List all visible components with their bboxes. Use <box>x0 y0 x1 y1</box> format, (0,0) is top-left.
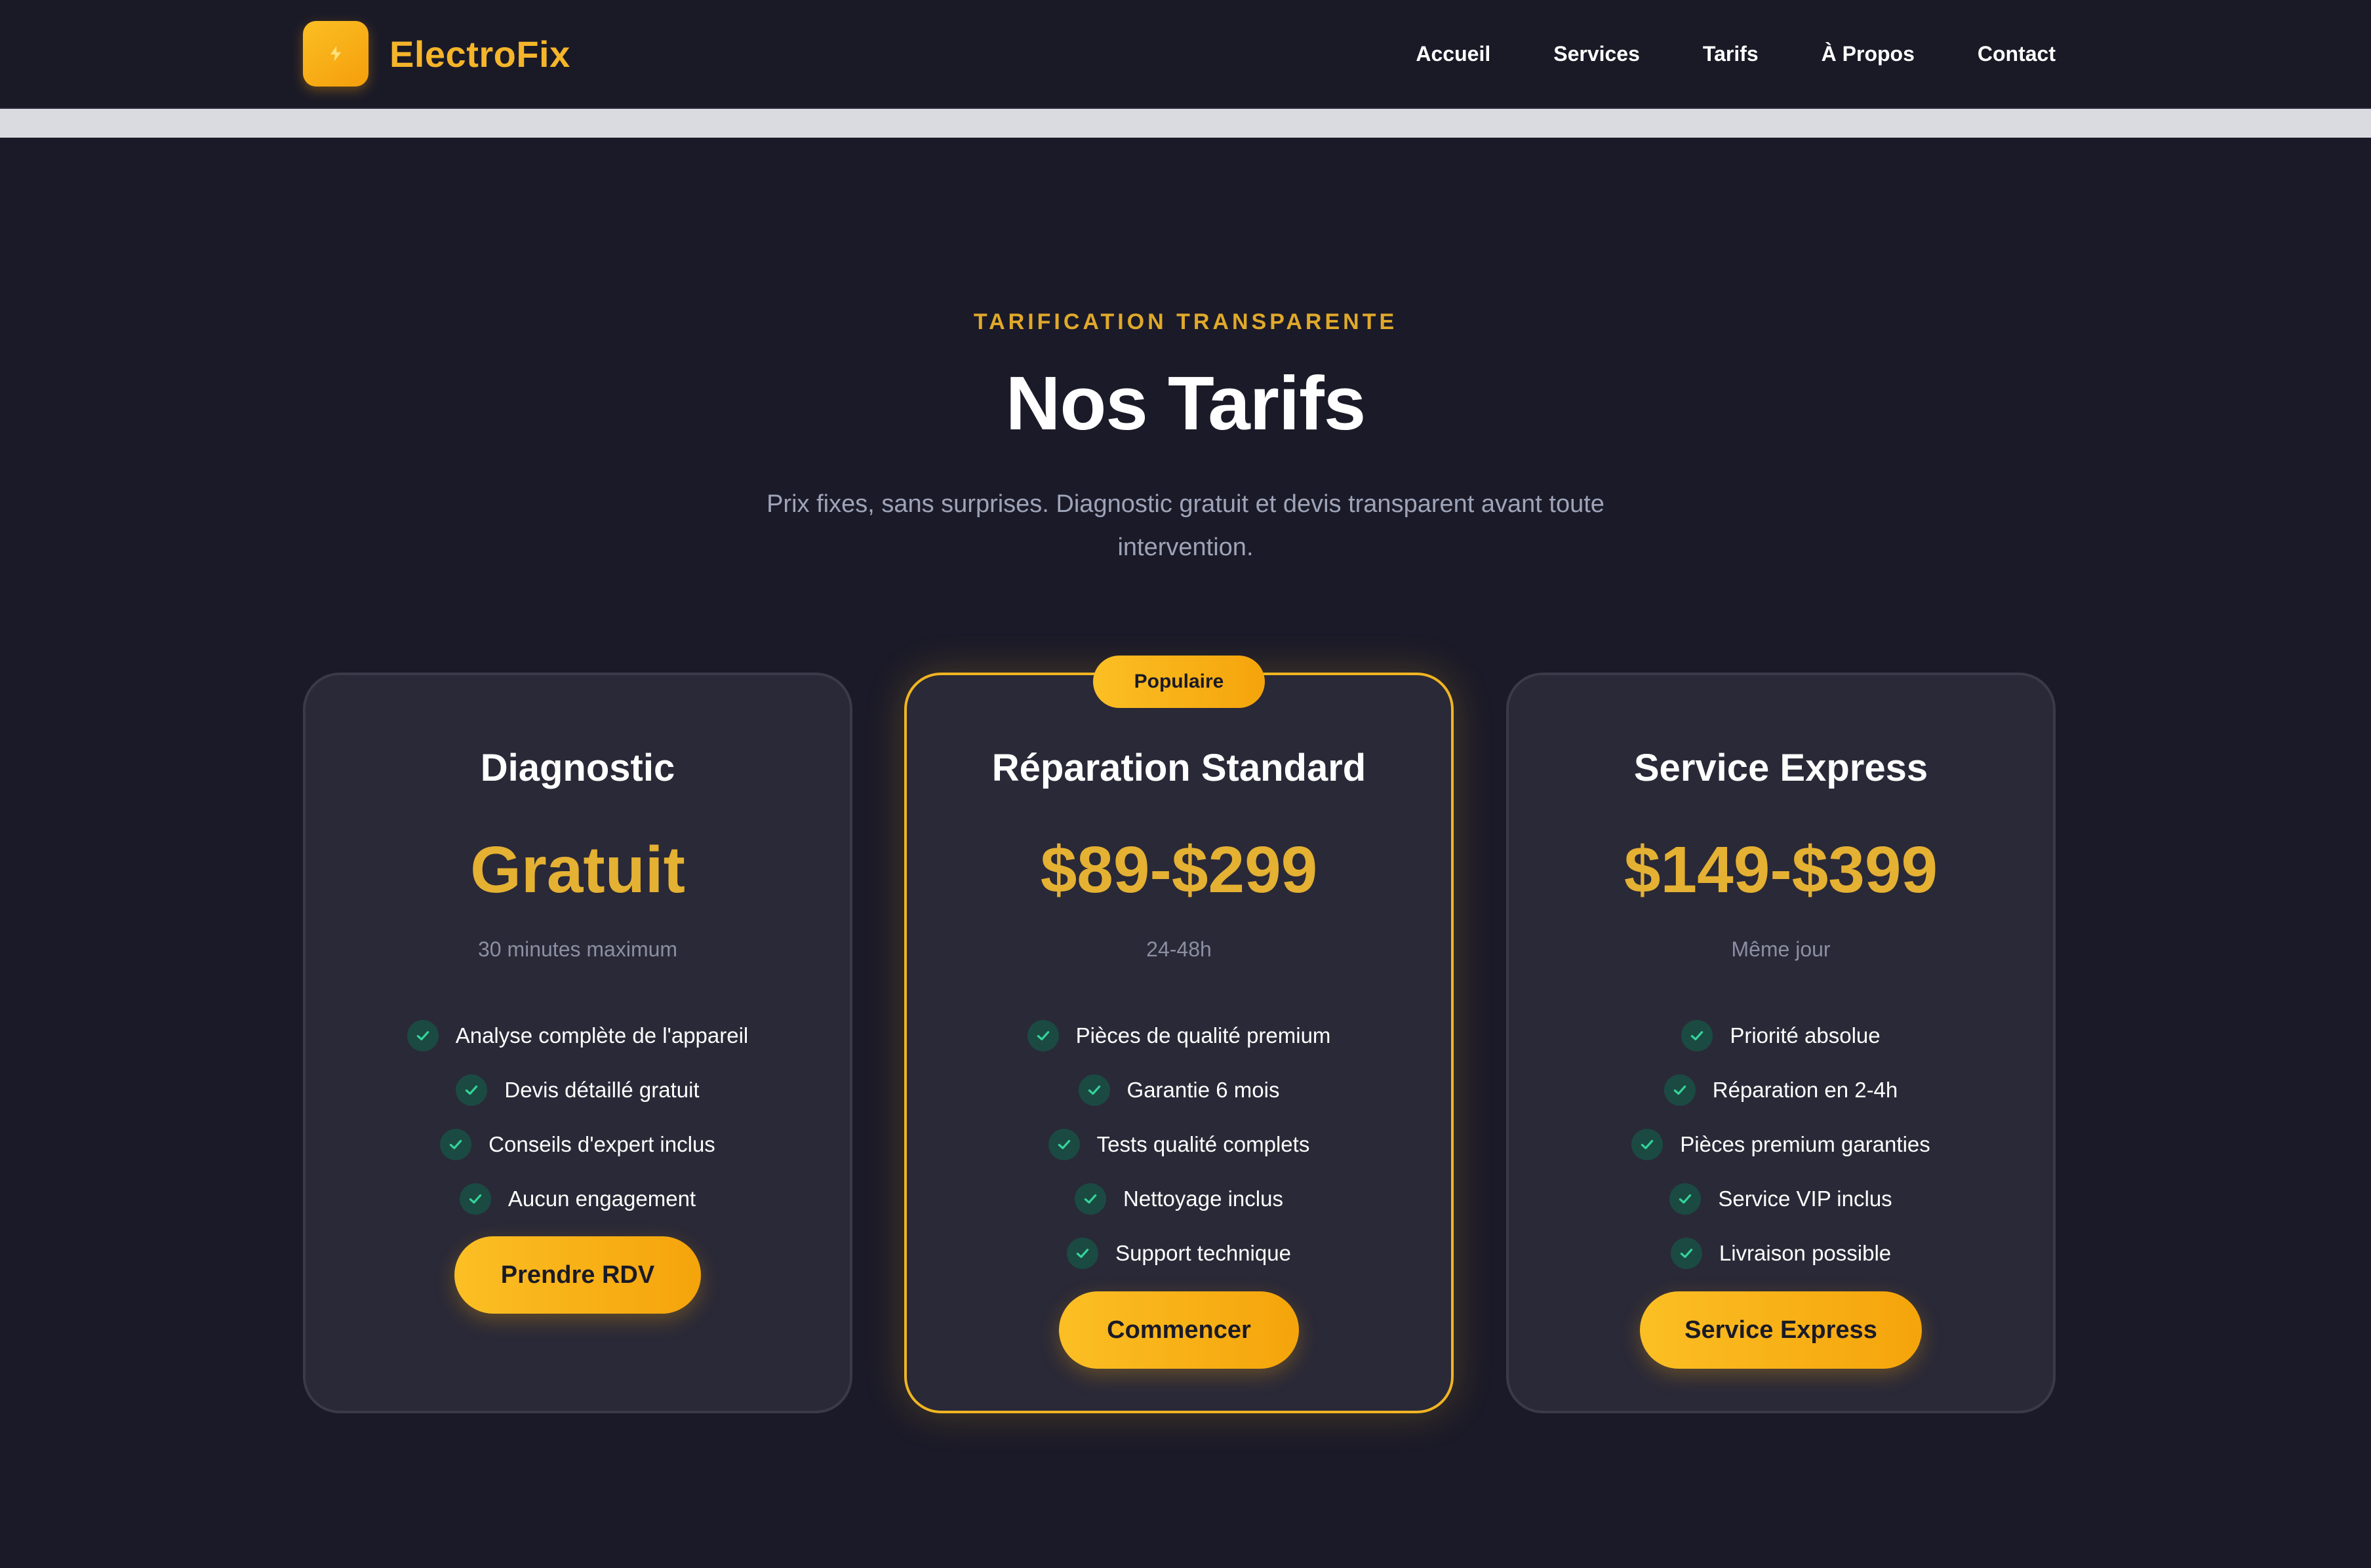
check-icon <box>440 1128 472 1160</box>
plan-duration: 30 minutes maximum <box>477 937 678 961</box>
feature-list: Priorité absolue Réparation en 2-4h Pièc… <box>1509 1008 2053 1280</box>
navbar: ElectroFix Accueil Services Tarifs À Pro… <box>0 0 2371 109</box>
feature-item: Analyse complète de l'appareil <box>306 1008 850 1063</box>
check-icon <box>456 1074 488 1106</box>
book-appointment-button[interactable]: Prendre RDV <box>454 1236 701 1314</box>
nav-link-accueil[interactable]: Accueil <box>1416 42 1490 66</box>
check-icon <box>1669 1183 1702 1215</box>
feature-item: Conseils d'expert inclus <box>306 1117 850 1171</box>
express-service-button[interactable]: Service Express <box>1640 1291 1922 1369</box>
check-icon <box>407 1019 439 1051</box>
plan-price: $149-$399 <box>1624 833 1938 907</box>
check-icon <box>1664 1074 1696 1106</box>
feature-item: Service VIP inclus <box>1509 1171 2053 1226</box>
check-icon <box>1681 1019 1713 1051</box>
plan-duration: 24-48h <box>1146 937 1212 961</box>
brand-logo[interactable]: ElectroFix <box>303 21 570 87</box>
check-icon <box>1631 1128 1664 1160</box>
feature-list: Pièces de qualité premium Garantie 6 moi… <box>907 1008 1451 1280</box>
feature-item: Devis détaillé gratuit <box>306 1063 850 1117</box>
feature-item: Pièces de qualité premium <box>907 1008 1451 1063</box>
plan-price: Gratuit <box>470 833 685 907</box>
brand-name: ElectroFix <box>389 33 570 75</box>
pricing-card-standard: Populaire Réparation Standard $89-$299 2… <box>904 656 1454 1413</box>
popular-badge: Populaire <box>1093 656 1265 708</box>
plan-title: Service Express <box>1633 747 1928 789</box>
feature-item: Livraison possible <box>1509 1226 2053 1280</box>
check-icon <box>459 1183 491 1215</box>
section-subtitle: Prix fixes, sans surprises. Diagnostic g… <box>767 490 1604 561</box>
plan-duration: Même jour <box>1731 937 1831 961</box>
check-icon <box>1078 1074 1110 1106</box>
feature-item: Nettoyage inclus <box>907 1171 1451 1226</box>
plan-title: Diagnostic <box>480 747 675 789</box>
feature-item: Tests qualité complets <box>907 1117 1451 1171</box>
check-icon <box>1670 1237 1702 1269</box>
page-title: Nos Tarifs <box>1005 361 1366 446</box>
divider-strip <box>0 109 2371 138</box>
nav-link-contact[interactable]: Contact <box>1978 42 2056 66</box>
check-icon <box>1027 1019 1059 1051</box>
lightning-icon <box>303 21 369 87</box>
start-button[interactable]: Commencer <box>1059 1291 1299 1369</box>
check-icon <box>1048 1128 1080 1160</box>
main-nav: Accueil Services Tarifs À Propos Contact <box>1416 0 2056 108</box>
feature-item: Réparation en 2-4h <box>1509 1063 2053 1117</box>
nav-link-services[interactable]: Services <box>1553 42 1640 66</box>
feature-item: Garantie 6 mois <box>907 1063 1451 1117</box>
nav-link-a-propos[interactable]: À Propos <box>1822 42 1915 66</box>
feature-list: Analyse complète de l'appareil Devis dét… <box>306 1008 850 1226</box>
plan-price: $89-$299 <box>1040 833 1318 907</box>
check-icon <box>1075 1183 1106 1215</box>
check-icon <box>1067 1237 1099 1269</box>
feature-item: Aucun engagement <box>306 1171 850 1226</box>
pricing-card-express: Service Express $149-$399 Même jour Prio… <box>1506 673 2056 1413</box>
feature-item: Priorité absolue <box>1509 1008 2053 1063</box>
feature-item: Pièces premium garanties <box>1509 1117 2053 1171</box>
feature-item: Support technique <box>907 1226 1451 1280</box>
nav-link-tarifs[interactable]: Tarifs <box>1703 42 1759 66</box>
plan-title: Réparation Standard <box>991 747 1366 789</box>
section-eyebrow: TARIFICATION TRANSPARENTE <box>973 309 1398 334</box>
pricing-card-diagnostic: Diagnostic Gratuit 30 minutes maximum An… <box>303 673 852 1413</box>
